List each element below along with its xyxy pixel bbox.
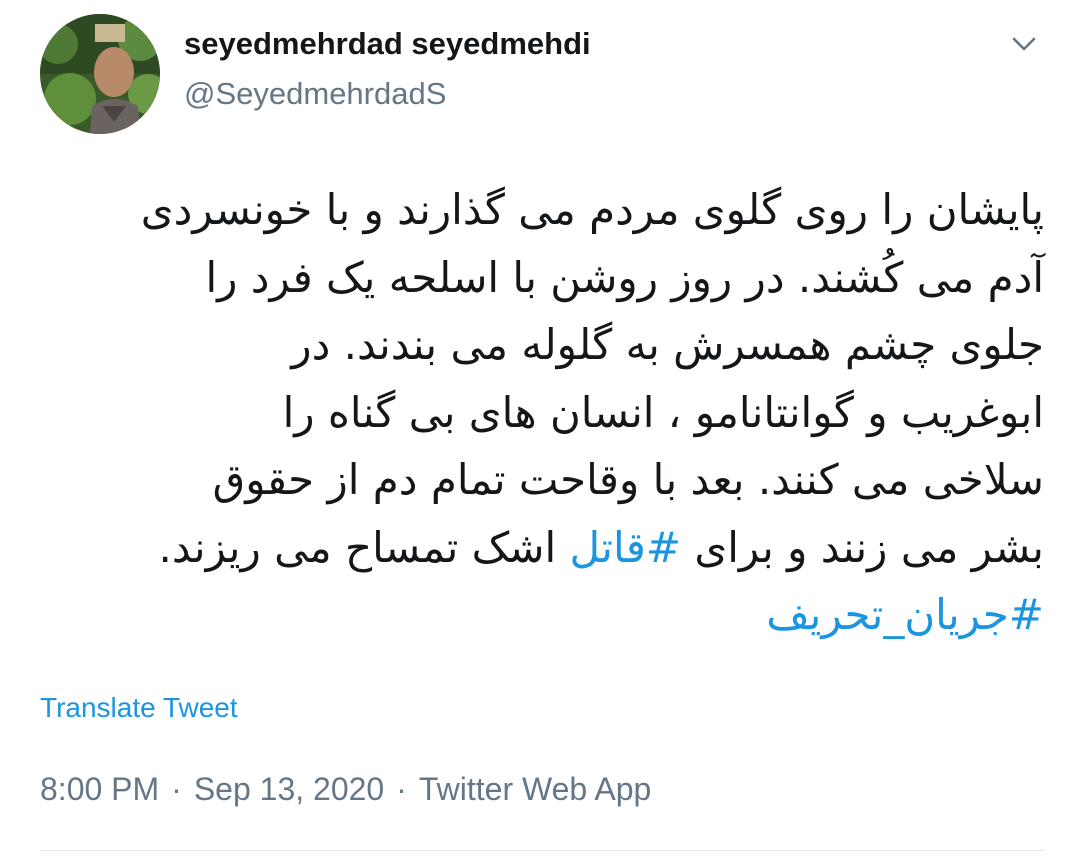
translate-tweet-link[interactable]: Translate Tweet [40, 690, 238, 726]
hashtag-link[interactable]: #قاتل [569, 523, 681, 572]
avatar[interactable] [40, 14, 160, 134]
chevron-down-icon [1012, 37, 1036, 51]
tweet-text-line: آدم می کُشند. در روز روشن با اسلحه یک فر… [205, 252, 1044, 302]
author-username[interactable]: @SeyedmehrdadS [184, 74, 446, 114]
avatar-photo [40, 14, 160, 134]
tweet-date[interactable]: Sep 13, 2020 [194, 771, 384, 807]
separator-dot: · [171, 771, 182, 807]
tweet-text: پایشان را روی گلوی مردم می گذارند و با خ… [40, 176, 1044, 649]
tweet-text-line: ابوغریب و گوانتانامو ، انسان های بی گناه… [282, 387, 1044, 437]
hashtag-link[interactable]: #جریان_تحریف [766, 590, 1044, 639]
tweet-text-line: جلوی چشم همسرش به گلوله می بندند. در [291, 320, 1044, 369]
tweet-text-line: بشر می زنند و برای #قاتل اشک تمساح می ری… [40, 514, 1044, 582]
tweet-metadata: 8:00 PM · Sep 13, 2020 · Twitter Web App [40, 768, 651, 810]
divider [40, 850, 1044, 851]
author-display-name[interactable]: seyedmehrdad seyedmehdi [184, 24, 591, 64]
tweet-text-segment: بشر می زنند و برای [681, 522, 1044, 572]
tweet-text-line: سلاخی می کنند. بعد با وقاحت تمام دم از ح… [212, 455, 1044, 504]
separator-dot: · [396, 771, 407, 807]
tweet-text-line: پایشان را روی گلوی مردم می گذارند و با خ… [140, 185, 1044, 234]
tweet-source-link[interactable]: Twitter Web App [419, 771, 651, 807]
tweet-text-line: #جریان_تحریف [40, 581, 1044, 649]
tweet-menu-button[interactable] [1006, 26, 1042, 62]
tweet-text-segment: اشک تمساح می ریزند. [158, 522, 570, 572]
tweet-time[interactable]: 8:00 PM [40, 771, 159, 807]
